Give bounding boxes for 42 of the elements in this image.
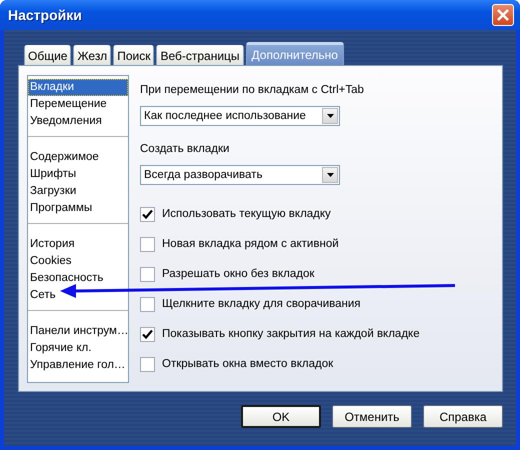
category-item[interactable]: Перемещение bbox=[28, 96, 128, 113]
category-item[interactable]: Загрузки bbox=[28, 183, 128, 200]
section-label: Создать вкладки bbox=[140, 142, 230, 157]
checkmark-icon bbox=[141, 208, 154, 220]
category-item[interactable]: Содержимое bbox=[28, 149, 128, 166]
checkbox-label: Щелкните вкладку для сворачивания bbox=[162, 298, 361, 310]
checkbox[interactable] bbox=[140, 296, 155, 312]
category-item[interactable]: Программы bbox=[28, 200, 128, 217]
dropdown[interactable]: Как последнее использование bbox=[140, 106, 340, 126]
checkbox[interactable] bbox=[140, 326, 155, 342]
category-item[interactable]: Вкладки bbox=[28, 79, 128, 96]
checkbox-label: Разрешать окно без вкладок bbox=[162, 268, 314, 280]
close-icon bbox=[497, 9, 509, 21]
checkbox[interactable] bbox=[140, 356, 155, 372]
checkbox[interactable] bbox=[140, 266, 155, 282]
category-item[interactable]: Горячие кл. bbox=[28, 340, 128, 357]
checkbox-label: Использовать текущую вкладку bbox=[162, 208, 331, 220]
dialog-button[interactable]: OK bbox=[241, 405, 321, 428]
checkbox-label: Открывать окна вместо вкладок bbox=[162, 358, 334, 370]
category-item[interactable]: Панели инструм… bbox=[28, 323, 128, 340]
checkbox[interactable] bbox=[140, 206, 155, 222]
category-item[interactable]: Безопасность bbox=[28, 270, 128, 287]
tab[interactable]: Общие bbox=[24, 45, 72, 65]
dialog-button[interactable]: Справка bbox=[423, 405, 503, 428]
category-item[interactable]: Сеть bbox=[28, 287, 128, 304]
category-item[interactable]: Шрифты bbox=[28, 166, 128, 183]
checkbox-label: Новая вкладка рядом с активной bbox=[162, 238, 339, 250]
dialog-button[interactable]: Отменить bbox=[332, 405, 412, 428]
category-item[interactable]: Cookies bbox=[28, 253, 128, 270]
section-label: При перемещении по вкладкам с Ctrl+Tab bbox=[140, 83, 365, 98]
category-item[interactable]: Уведомления bbox=[28, 113, 128, 130]
window-title: Настройки bbox=[7, 7, 82, 23]
checkmark-icon bbox=[141, 328, 154, 340]
category-item[interactable]: Управление гол… bbox=[28, 357, 128, 374]
category-item[interactable]: История bbox=[28, 236, 128, 253]
close-button[interactable] bbox=[492, 4, 514, 26]
dropdown[interactable]: Всегда разворачивать bbox=[140, 165, 340, 185]
checkbox-label: Показывать кнопку закрытия на каждой вкладке bbox=[162, 328, 420, 340]
tab[interactable]: Поиск bbox=[113, 45, 154, 65]
tab[interactable]: Веб-страницы bbox=[156, 45, 244, 65]
tab[interactable]: Жезл bbox=[73, 45, 112, 65]
checkbox[interactable] bbox=[140, 236, 155, 252]
